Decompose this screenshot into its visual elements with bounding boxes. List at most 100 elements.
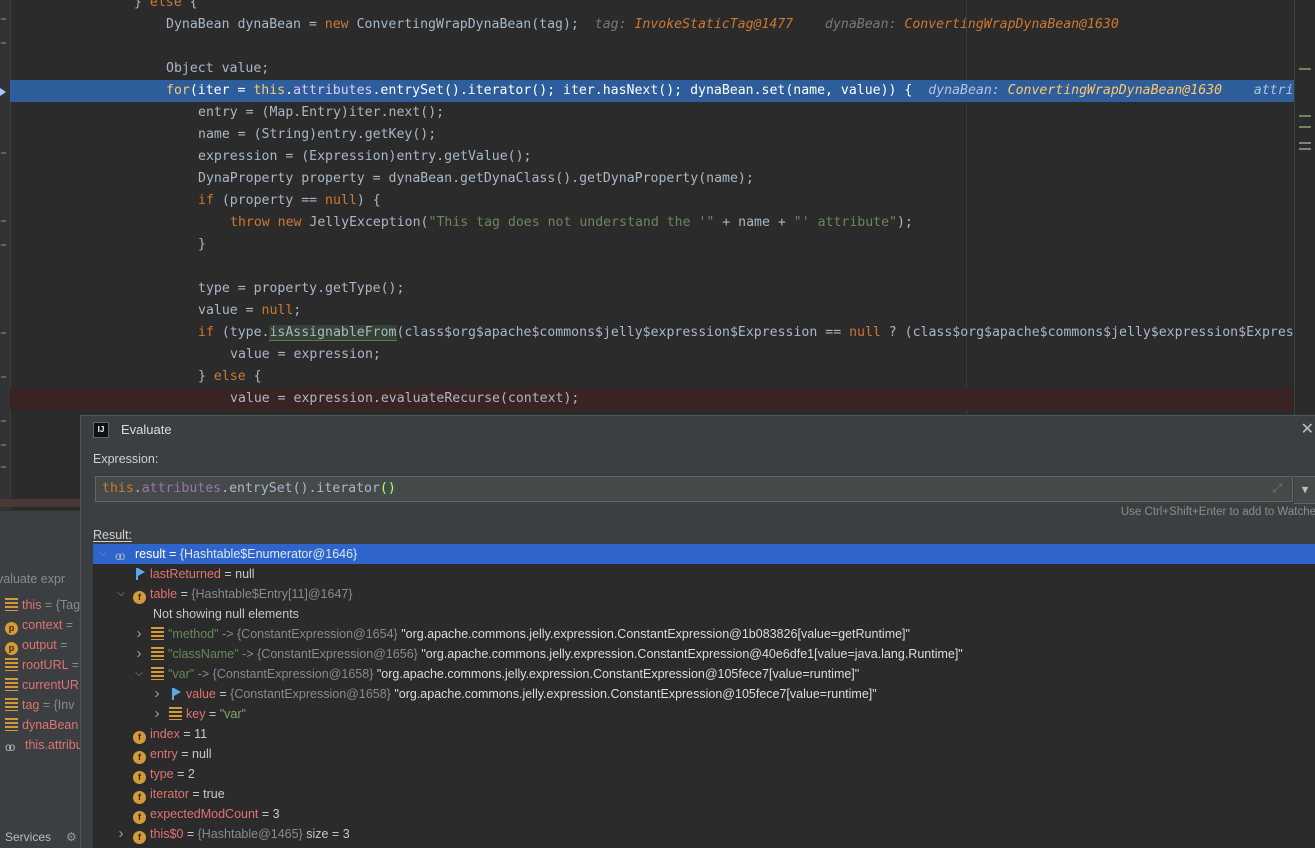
result-tree[interactable]: ⌵ oo result = {Hashtable$Enumerator@1646} l… bbox=[93, 544, 1315, 848]
code-line[interactable]: } bbox=[10, 234, 1315, 256]
code-text: Object value; bbox=[166, 58, 269, 80]
variable-row[interactable]: tag = {Inv bbox=[5, 695, 75, 715]
history-dropdown-icon[interactable]: ▼ bbox=[1294, 476, 1315, 504]
code-token: } bbox=[198, 237, 206, 252]
variable-row[interactable]: dynaBean bbox=[5, 715, 78, 735]
variable-value: = bbox=[62, 618, 74, 632]
tree-row[interactable]: f index = 11 bbox=[93, 724, 1315, 744]
code-token: new bbox=[324, 17, 349, 32]
expression-input[interactable]: this.attributes.entrySet().iterator() ⤢ bbox=[95, 476, 1293, 502]
local-variable-icon bbox=[151, 627, 164, 640]
tree-row[interactable]: ⌵ "var" -> {ConstantExpression@1658} "org… bbox=[93, 664, 1315, 684]
code-text: if (type.isAssignableFrom(class$org$apac… bbox=[198, 322, 1302, 344]
services-tab[interactable]: Services ⚙ bbox=[0, 827, 85, 847]
fold-marker-icon[interactable] bbox=[1, 376, 6, 378]
code-line[interactable] bbox=[10, 36, 1315, 58]
fold-marker-icon[interactable] bbox=[1, 466, 6, 468]
field-icon: f bbox=[133, 591, 146, 604]
code-line[interactable]: name = (String)entry.getKey(); bbox=[10, 124, 1315, 146]
tree-token: = bbox=[215, 687, 231, 701]
collapse-chevron-icon[interactable]: ⌵ bbox=[133, 664, 145, 684]
tree-row[interactable]: › f this$0 = {Hashtable@1465} size = 3 bbox=[93, 824, 1315, 844]
code-line[interactable]: type = property.getType(); bbox=[10, 278, 1315, 300]
fold-marker-icon[interactable] bbox=[1, 444, 6, 446]
code-token: Object value; bbox=[166, 61, 270, 76]
expand-chevron-icon[interactable]: › bbox=[133, 624, 145, 644]
code-text: expression = (Expression)entry.getValue(… bbox=[198, 146, 531, 168]
tree-row[interactable]: lastReturned = null bbox=[93, 564, 1315, 584]
horizontal-scrollbar[interactable] bbox=[0, 499, 80, 507]
expression-text[interactable]: this.attributes.entrySet().iterator() bbox=[102, 477, 396, 501]
field-icon: f bbox=[133, 751, 146, 764]
expression-token: this bbox=[102, 481, 134, 496]
variable-row[interactable]: p output = bbox=[5, 635, 68, 655]
breakpoint-line[interactable]: value = expression.evaluateRecurse(conte… bbox=[10, 388, 1315, 410]
variable-row[interactable]: p context = bbox=[5, 615, 73, 635]
variable-row[interactable]: currentUR bbox=[5, 675, 79, 695]
code-line[interactable]: if (property == null) { bbox=[10, 190, 1315, 212]
code-text: value = null; bbox=[198, 300, 301, 322]
variable-row[interactable]: this = {Tag bbox=[5, 595, 80, 615]
variable-row[interactable]: rootURL = bbox=[5, 655, 79, 675]
code-line[interactable]: if (type.isAssignableFrom(class$org$apac… bbox=[10, 322, 1315, 344]
current-execution-line[interactable]: for(iter = this.attributes.entrySet().it… bbox=[10, 80, 1315, 102]
variable-name: tag bbox=[22, 698, 40, 712]
code-line[interactable]: throw new JellyException("This tag does … bbox=[10, 212, 1315, 234]
code-line[interactable]: entry = (Map.Entry)iter.next(); bbox=[10, 102, 1315, 124]
tree-token: = bbox=[177, 587, 192, 601]
close-icon[interactable]: ✕ bbox=[1301, 416, 1314, 444]
result-row-selected[interactable]: ⌵ oo result = {Hashtable$Enumerator@1646} bbox=[93, 544, 1315, 564]
tree-row[interactable]: f expectedModCount = 3 bbox=[93, 804, 1315, 824]
fold-marker-icon[interactable] bbox=[1, 18, 6, 20]
tree-row[interactable]: › key = "var" bbox=[93, 704, 1315, 724]
code-token: else bbox=[149, 0, 182, 10]
expand-chevron-icon[interactable]: › bbox=[151, 684, 163, 704]
code-line[interactable]: Object value; bbox=[10, 58, 1315, 80]
tree-token: = bbox=[205, 707, 220, 721]
fold-marker-icon[interactable] bbox=[1, 332, 6, 334]
variable-row[interactable]: oo this.attribu bbox=[5, 735, 80, 755]
evaluate-expression-field[interactable]: valuate expr bbox=[0, 569, 65, 589]
fold-marker-icon[interactable] bbox=[1, 244, 6, 246]
tree-row[interactable]: Not showing null elements bbox=[93, 604, 1315, 624]
tree-row[interactable]: f iterator = true bbox=[93, 784, 1315, 804]
code-line[interactable]: } else { bbox=[10, 0, 1315, 14]
code-token: attri bbox=[1222, 83, 1294, 98]
code-token: } bbox=[134, 0, 150, 10]
collapse-chevron-icon[interactable]: ⌵ bbox=[115, 584, 127, 604]
fold-marker-icon[interactable] bbox=[1, 420, 6, 422]
tree-token: lastReturned bbox=[150, 567, 221, 581]
tree-row[interactable]: f type = 2 bbox=[93, 764, 1315, 784]
expand-chevron-icon[interactable]: › bbox=[151, 704, 163, 724]
expand-chevron-icon[interactable]: › bbox=[115, 824, 127, 844]
code-line[interactable]: expression = (Expression)entry.getValue(… bbox=[10, 146, 1315, 168]
variable-name: currentUR bbox=[22, 678, 79, 692]
tree-row[interactable]: ⌵ f table = {Hashtable$Entry[11]@1647} bbox=[93, 584, 1315, 604]
code-text: type = property.getType(); bbox=[198, 278, 404, 300]
dialog-title-bar[interactable]: IJ Evaluate ✕ bbox=[81, 416, 1315, 444]
tree-row[interactable]: › value = {ConstantExpression@1658} "org.… bbox=[93, 684, 1315, 704]
code-token: dynaBean: bbox=[793, 17, 905, 32]
code-token: ConvertingWrapDynaBean(tag); bbox=[348, 17, 579, 32]
code-token: "This tag does not understand the '" bbox=[428, 215, 715, 230]
tree-row[interactable]: f entry = null bbox=[93, 744, 1315, 764]
parameter-icon: p bbox=[5, 622, 18, 635]
fold-marker-icon[interactable] bbox=[1, 220, 6, 222]
code-token: "' attribute" bbox=[793, 215, 897, 230]
code-line[interactable]: value = expression; bbox=[10, 344, 1315, 366]
tree-token: this$0 bbox=[150, 827, 184, 841]
variable-value: = {Tag bbox=[41, 598, 80, 612]
code-line[interactable]: DynaProperty property = dynaBean.getDyna… bbox=[10, 168, 1315, 190]
code-line[interactable]: DynaBean dynaBean = new ConvertingWrapDy… bbox=[10, 14, 1315, 36]
final-field-icon bbox=[133, 567, 146, 580]
code-line[interactable]: } else { bbox=[10, 366, 1315, 388]
fold-marker-icon[interactable] bbox=[1, 152, 6, 154]
code-line[interactable] bbox=[10, 256, 1315, 278]
tree-row[interactable]: › "method" -> {ConstantExpression@1654} "… bbox=[93, 624, 1315, 644]
expand-icon[interactable]: ⤢ bbox=[1272, 481, 1282, 496]
collapse-chevron-icon[interactable]: ⌵ bbox=[97, 544, 109, 564]
fold-marker-icon[interactable] bbox=[1, 42, 6, 44]
code-line[interactable]: value = null; bbox=[10, 300, 1315, 322]
tree-row[interactable]: › "className" -> {ConstantExpression@1656… bbox=[93, 644, 1315, 664]
expand-chevron-icon[interactable]: › bbox=[133, 644, 145, 664]
